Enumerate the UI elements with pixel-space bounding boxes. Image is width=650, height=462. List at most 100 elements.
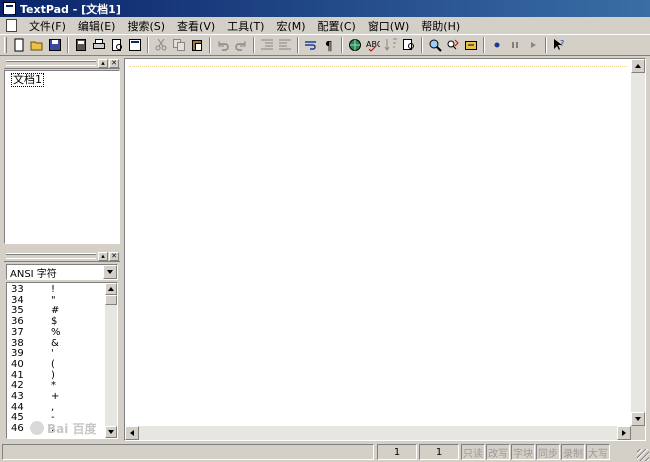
menu-configure[interactable]: 配置(C) [312,18,362,34]
resize-grip-icon[interactable] [637,449,649,461]
menu-search[interactable]: 搜索(S) [121,18,171,34]
print-preview-icon [111,39,122,51]
char-code: 38 [11,337,24,349]
sort-icon [384,38,397,51]
character-list[interactable]: 46. 45-44, 43 +42 * 41) 40(39 ' 38 & 37% 36 $35 #34 " 3… [6,282,118,439]
panel-grip[interactable] [6,253,96,259]
context-help-button[interactable]: ? [550,37,567,54]
charset-dropdown[interactable]: ANSI 字符 [6,264,118,280]
menu-tools[interactable]: 工具(T) [221,18,270,34]
find-in-files-button[interactable] [400,37,417,54]
outdent-button[interactable] [276,37,293,54]
scroll-left-icon[interactable] [125,426,139,440]
save-button[interactable] [46,37,63,54]
status-bar: 1 1 只读 改写 字块 同步 录制 大写 [0,442,650,462]
char-code: 42 [11,380,24,392]
char-glyph: * [51,380,56,392]
menu-help[interactable]: 帮助(H) [415,18,466,34]
current-line-marker [129,66,627,67]
record-macro-button[interactable] [488,37,505,54]
panel-close-icon[interactable]: ✕ [109,59,119,68]
pause-macro-button[interactable] [506,37,523,54]
paste-button[interactable] [188,37,205,54]
document-icon[interactable] [6,19,17,32]
editor-horizontal-scrollbar[interactable] [125,426,631,440]
scrollbar-corner [631,426,645,440]
menu-macros[interactable]: 宏(M) [270,18,311,34]
status-sync: 同步 [536,444,560,460]
replace-icon [447,39,459,50]
char-glyph: ' [51,348,54,360]
web-icon [348,39,361,51]
web-button[interactable] [346,37,363,54]
char-glyph: # [51,305,60,317]
play-macro-button[interactable] [524,37,541,54]
character-list-item[interactable]: 41) [11,370,71,381]
menu-view[interactable]: 查看(V) [171,18,221,34]
status-recording: 录制 [561,444,585,460]
find-in-files-icon [402,39,414,50]
new-button[interactable] [10,37,27,54]
cut-button[interactable] [152,37,169,54]
panel-restore-icon[interactable]: ▴ [98,59,108,68]
save-all-button[interactable] [72,37,89,54]
redo-button[interactable] [232,37,249,54]
character-list-item[interactable]: 43 + [11,391,71,402]
char-glyph: ( [51,358,55,370]
text-editor[interactable] [125,59,631,426]
editor-vertical-scrollbar[interactable] [631,59,645,426]
character-list-item[interactable]: 40 ( [11,359,71,370]
goto-button[interactable] [462,37,479,54]
chevron-down-icon[interactable] [103,265,117,279]
manage-files-button[interactable] [126,37,143,54]
save-all-icon [75,39,86,51]
character-list-scrollbar[interactable] [105,283,117,438]
status-caps: 大写 [586,444,610,460]
character-list-item[interactable]: 37% [11,327,71,338]
sort-button[interactable] [382,37,399,54]
char-code: 33 [11,284,24,295]
menu-edit[interactable]: 编辑(E) [72,18,122,34]
open-icon [30,41,42,51]
scroll-right-icon[interactable] [617,426,631,440]
character-list-item[interactable]: 38 & [11,338,71,349]
open-button[interactable] [28,37,45,54]
panel-restore-icon[interactable]: ▴ [98,252,108,261]
char-code: 34 [11,294,24,306]
scroll-up-icon[interactable] [631,59,645,73]
menu-window[interactable]: 窗口(W) [362,18,415,34]
character-list-item[interactable]: 34 " [11,295,71,306]
scroll-thumb[interactable] [105,295,117,305]
indent-button[interactable] [258,37,275,54]
character-list-item[interactable]: 36 $ [11,316,71,327]
toolbar-grip[interactable] [4,37,7,53]
svg-text:?: ? [560,39,564,48]
word-wrap-button[interactable] [302,37,319,54]
document-list-item[interactable]: 文档1 [11,73,44,87]
char-glyph: % [51,326,61,338]
copy-button[interactable] [170,37,187,54]
panel-close-icon[interactable]: ✕ [109,252,119,261]
spelling-button[interactable]: ABC [364,37,381,54]
menu-file[interactable]: 文件(F) [23,18,72,34]
replace-button[interactable] [444,37,461,54]
print-button[interactable] [90,37,107,54]
character-list-item[interactable]: 35 # [11,305,71,317]
manage-files-icon [128,39,141,51]
find-button[interactable] [426,37,443,54]
scroll-down-icon[interactable] [631,412,645,426]
scroll-up-icon[interactable] [105,283,117,295]
print-preview-button[interactable] [108,37,125,54]
character-list-item[interactable]: 44, [11,402,71,413]
character-list-item[interactable]: 39 ' [11,348,71,359]
new-icon [14,38,23,52]
undo-button[interactable] [214,37,231,54]
character-list-item[interactable]: 42 * [11,380,71,392]
pilcrow-button[interactable]: ¶ [320,37,337,54]
context-help-icon: ? [553,39,564,50]
panel-header: ▴ ✕ [4,58,120,69]
save-icon [48,39,61,51]
textpad-app-icon[interactable] [3,2,16,16]
character-list-item[interactable]: 33! [11,284,71,295]
panel-grip[interactable] [6,60,96,66]
